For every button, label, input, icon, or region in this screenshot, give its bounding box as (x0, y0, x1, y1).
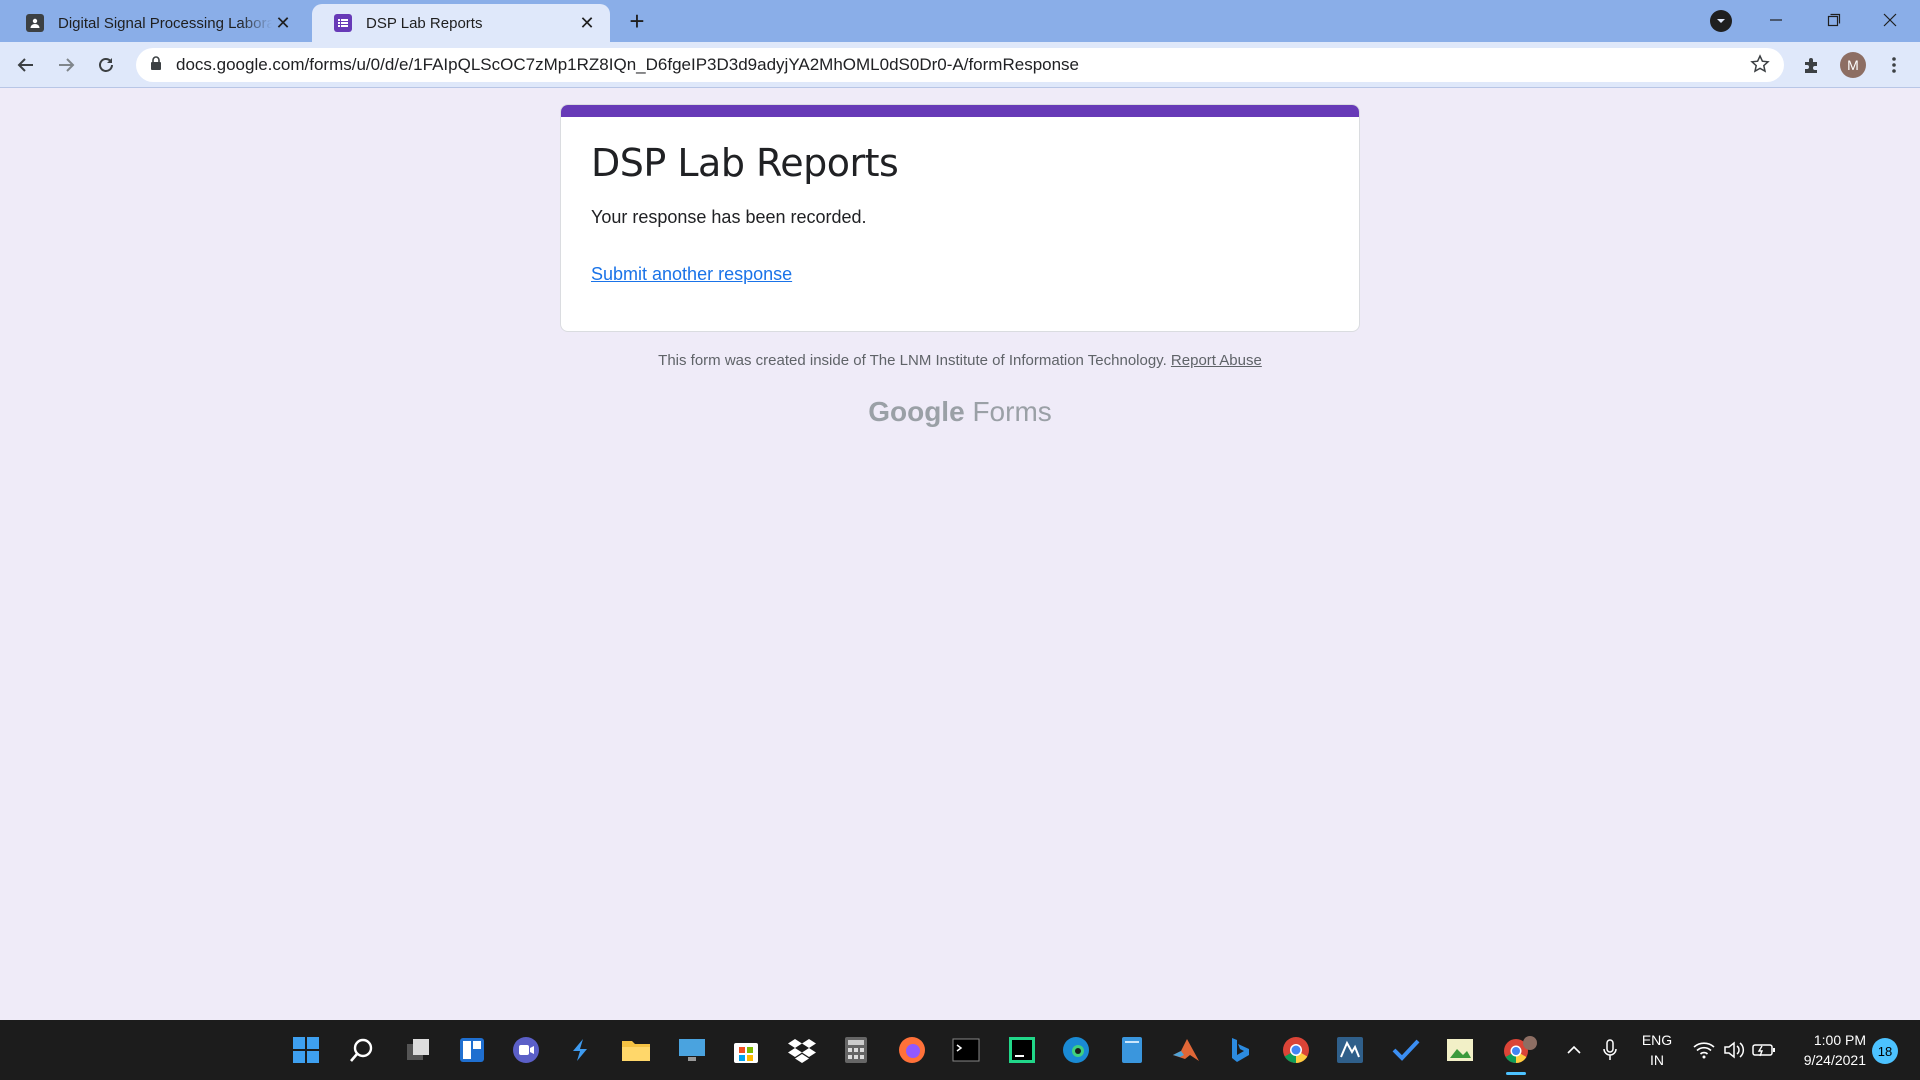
form-title: DSP Lab Reports (591, 141, 899, 185)
microphone-icon[interactable] (1594, 1034, 1626, 1066)
input-language[interactable]: ENG IN (1636, 1030, 1678, 1070)
battery-icon[interactable] (1748, 1034, 1780, 1066)
active-app-indicator (1506, 1072, 1526, 1075)
profile-avatar[interactable]: M (1840, 52, 1866, 78)
form-accent-bar (561, 105, 1359, 117)
minimize-icon[interactable] (1756, 4, 1796, 36)
close-tab-icon[interactable]: ✕ (576, 12, 598, 34)
clock-time: 1:00 PM (1813, 1032, 1866, 1048)
edge-icon[interactable] (1060, 1034, 1092, 1066)
clock-date: 9/24/2021 (1803, 1052, 1866, 1068)
new-tab-plus-icon[interactable]: + (622, 6, 652, 36)
tab-title: DSP Lab Reports (366, 14, 483, 32)
teams-chat-icon[interactable] (510, 1034, 542, 1066)
calculator-icon[interactable] (840, 1034, 872, 1066)
tab-title: Digital Signal Processing Laborat (58, 14, 272, 32)
confirmation-message: Your response has been recorded. (591, 207, 867, 227)
dropbox-icon[interactable] (786, 1034, 818, 1066)
wifi-icon[interactable] (1688, 1034, 1720, 1066)
submit-another-response-link[interactable]: Submit another response (591, 264, 792, 285)
close-tab-icon[interactable]: ✕ (272, 12, 294, 34)
chrome-profiles-icon[interactable] (1500, 1034, 1540, 1066)
address-bar[interactable]: docs.google.com/forms/u/0/d/e/1FAIpQLScO… (136, 48, 1784, 82)
microsoft-store-icon[interactable] (730, 1034, 762, 1066)
tab-strip: Digital Signal Processing Laborat ✕ DSP … (0, 0, 1920, 42)
todo-check-icon[interactable] (1390, 1034, 1422, 1066)
form-response-card: DSP Lab Reports Your response has been r… (560, 104, 1360, 332)
reload-icon[interactable] (90, 49, 122, 81)
bing-icon[interactable] (1224, 1034, 1256, 1066)
bookmark-star-icon[interactable] (1750, 54, 1770, 79)
tab-dsp-laboratory[interactable]: Digital Signal Processing Laborat ✕ (4, 4, 306, 42)
language-label: ENG (1641, 1032, 1673, 1048)
tab-dsp-lab-reports[interactable]: DSP Lab Reports ✕ (312, 4, 610, 42)
footer-note-text: This form was created inside of The LNM … (658, 352, 1167, 369)
menu-kebab-icon[interactable] (1878, 49, 1910, 81)
tab-search-chevron-icon[interactable] (1710, 10, 1732, 32)
firefox-icon[interactable] (896, 1034, 928, 1066)
taskbar: ENG IN 1:00 PM 9/24/2021 (0, 1020, 1920, 1080)
restore-icon[interactable] (1814, 4, 1854, 36)
terminal-icon[interactable] (950, 1034, 982, 1066)
chrome-icon[interactable] (1280, 1034, 1312, 1066)
mysql-workbench-icon[interactable] (1334, 1034, 1366, 1066)
google-wordmark: Google (868, 396, 965, 427)
volume-icon[interactable] (1718, 1034, 1750, 1066)
back-arrow-icon[interactable] (10, 49, 42, 81)
classroom-icon (26, 14, 44, 32)
notification-count-badge[interactable]: 18 (1872, 1038, 1898, 1064)
forms-wordmark: Forms (972, 396, 1052, 427)
google-forms-logo[interactable]: Google Forms (0, 396, 1920, 428)
close-window-icon[interactable] (1870, 4, 1910, 36)
remote-desktop-icon[interactable] (676, 1034, 708, 1066)
matlab-icon[interactable] (1170, 1034, 1202, 1066)
form-footer-note: This form was created inside of The LNM … (0, 352, 1920, 369)
show-hidden-icons-chevron-icon[interactable] (1558, 1034, 1590, 1066)
search-icon[interactable] (346, 1034, 378, 1066)
windows-start-icon[interactable] (290, 1034, 322, 1066)
notepad-icon[interactable] (1116, 1034, 1148, 1066)
file-explorer-icon[interactable] (620, 1034, 652, 1066)
clock[interactable]: 1:00 PM 9/24/2021 (1784, 1030, 1866, 1070)
browser-toolbar: docs.google.com/forms/u/0/d/e/1FAIpQLScO… (0, 42, 1920, 88)
extensions-puzzle-icon[interactable] (1796, 49, 1828, 81)
region-label: IN (1650, 1052, 1664, 1068)
azure-data-studio-icon[interactable] (564, 1034, 596, 1066)
url-text: docs.google.com/forms/u/0/d/e/1FAIpQLScO… (176, 55, 1080, 74)
lock-icon[interactable] (150, 55, 162, 75)
forward-arrow-icon[interactable] (50, 49, 82, 81)
task-view-icon[interactable] (402, 1034, 434, 1066)
pycharm-icon[interactable] (1006, 1034, 1038, 1066)
report-abuse-link[interactable]: Report Abuse (1171, 352, 1262, 369)
photo-editor-icon[interactable] (1444, 1034, 1476, 1066)
widgets-icon[interactable] (456, 1034, 488, 1066)
forms-icon (334, 14, 352, 32)
